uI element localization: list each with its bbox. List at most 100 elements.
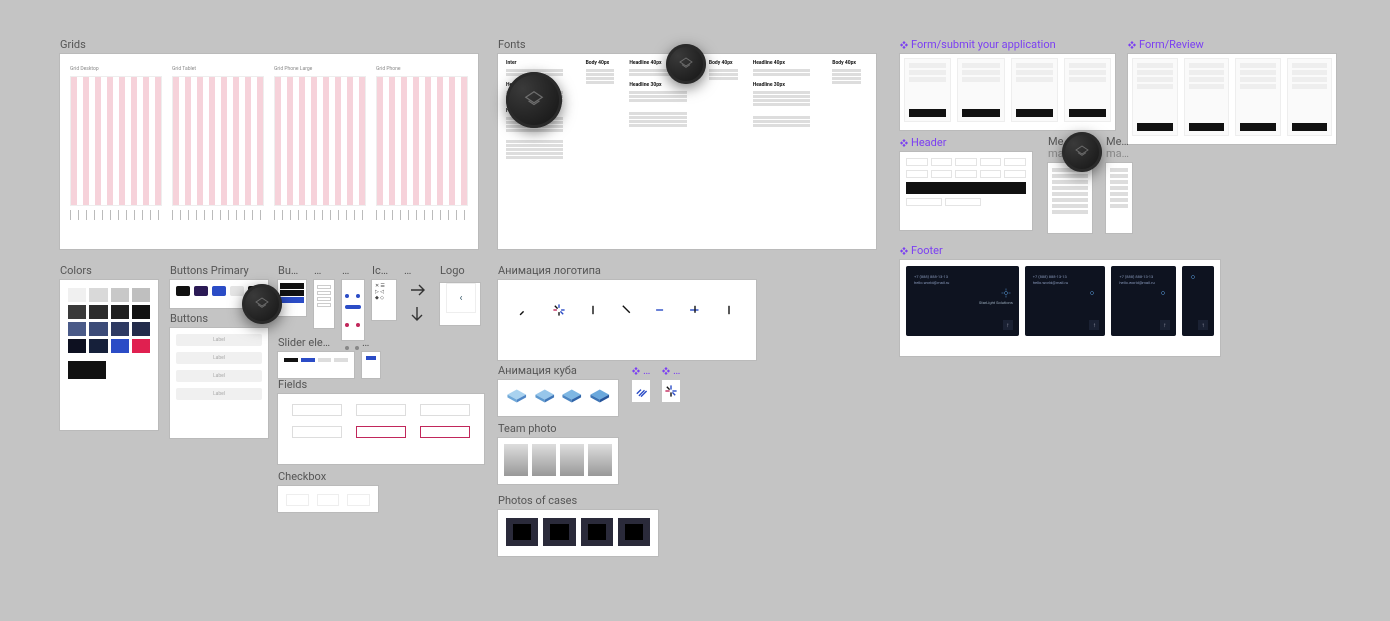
frame-checkbox[interactable] bbox=[278, 486, 378, 512]
frame-cases[interactable] bbox=[498, 510, 658, 556]
form-variant bbox=[904, 58, 951, 122]
team-photo bbox=[560, 444, 584, 476]
team-photo bbox=[504, 444, 528, 476]
frame-logo[interactable]: ‹ bbox=[440, 283, 480, 325]
frame-label-small[interactable]: … bbox=[342, 264, 364, 277]
frame-label-arrows[interactable]: … bbox=[404, 264, 430, 277]
frame-label-tiny1[interactable]: … bbox=[632, 364, 650, 377]
frame-slider[interactable] bbox=[278, 352, 354, 378]
frame-label-icons[interactable]: Ic… bbox=[372, 264, 396, 277]
button-sample: Label bbox=[176, 370, 262, 382]
logo-anim-frame-icon bbox=[654, 303, 668, 317]
frame-slider2[interactable] bbox=[362, 352, 380, 378]
frame-small-buttons[interactable] bbox=[342, 280, 364, 340]
component-icon bbox=[632, 367, 640, 375]
frame-label-footer[interactable]: Footer bbox=[900, 244, 1220, 257]
color-swatch bbox=[132, 288, 150, 302]
frame-footer[interactable]: +7 (888) 888-13-13hello.world@mail.ru St… bbox=[900, 260, 1220, 356]
frame-icons[interactable]: ✕ ☰▷ ◁◆ ◇ bbox=[372, 280, 396, 320]
font-spec: Body 40px bbox=[586, 60, 622, 67]
component-icon bbox=[662, 367, 670, 375]
form-variant bbox=[1011, 58, 1058, 122]
logo-anim-frame-icon bbox=[620, 303, 634, 317]
frame-buttons-secondary[interactable] bbox=[278, 280, 306, 316]
color-swatch bbox=[68, 288, 86, 302]
logo-preview: ‹ bbox=[446, 283, 476, 313]
font-family-name: Inter bbox=[506, 60, 578, 67]
form-variant bbox=[1235, 58, 1281, 136]
frame-header[interactable] bbox=[900, 152, 1032, 230]
frame-label-logo[interactable]: Logo bbox=[440, 264, 480, 277]
frame-label-checkbox[interactable]: Checkbox bbox=[278, 470, 378, 483]
star-icon bbox=[664, 384, 678, 398]
frame-menu2[interactable] bbox=[1106, 163, 1132, 233]
frame-label-buttons-primary[interactable]: Buttons Primary bbox=[170, 264, 268, 277]
color-swatch bbox=[132, 305, 150, 319]
color-swatch bbox=[68, 322, 86, 336]
grid-ticks bbox=[70, 210, 162, 220]
logo-anim-frame-icon bbox=[518, 303, 532, 317]
frame-label-slider[interactable]: Slider ele… bbox=[278, 336, 354, 349]
frame-form-review[interactable] bbox=[1128, 54, 1336, 144]
frame-label-form-submit[interactable]: Form/submit your application bbox=[900, 38, 1115, 51]
footer-variant: ↑ bbox=[1182, 266, 1214, 336]
frame-label-buttons-tertiary[interactable]: … bbox=[314, 264, 334, 277]
frame-logo-anim[interactable] bbox=[498, 280, 756, 360]
frame-label-colors[interactable]: Colors bbox=[60, 264, 158, 277]
frame-menu1[interactable] bbox=[1048, 163, 1092, 233]
frame-label-tiny2[interactable]: … bbox=[662, 364, 680, 377]
frame-label-header[interactable]: Header bbox=[900, 136, 1032, 149]
canvas[interactable]: Grids Grid Desktop Grid Tablet Grid Phon… bbox=[0, 46, 1390, 621]
button-sample: Label bbox=[176, 334, 262, 346]
button-sample bbox=[230, 286, 244, 296]
frame-label-menu2[interactable]: Me…ma… bbox=[1106, 136, 1132, 160]
user-presence-cursor[interactable] bbox=[506, 72, 562, 128]
cube-frame-icon bbox=[561, 388, 583, 404]
cube-frame-icon bbox=[589, 388, 611, 404]
user-logo-icon bbox=[254, 296, 270, 312]
arrow-down-icon bbox=[407, 304, 427, 324]
dot-icon bbox=[356, 323, 360, 327]
grid-preview bbox=[70, 76, 162, 206]
arrow-right-icon bbox=[407, 280, 427, 300]
frame-label-cube-anim[interactable]: Анимация куба bbox=[498, 364, 618, 377]
frame-label-cases[interactable]: Photos of cases bbox=[498, 494, 658, 507]
frame-form-submit[interactable] bbox=[900, 54, 1115, 130]
frame-grids[interactable]: Grid Desktop Grid Tablet Grid Phone Larg… bbox=[60, 54, 478, 249]
frame-label-form-review[interactable]: Form/Review bbox=[1128, 38, 1336, 51]
brand-logo-icon bbox=[1158, 288, 1168, 298]
frame-buttons-tertiary[interactable] bbox=[314, 280, 334, 328]
font-spec: Headline 40px bbox=[753, 60, 825, 67]
button-sample: Label bbox=[176, 388, 262, 400]
frame-label-grids[interactable]: Grids bbox=[60, 38, 478, 51]
user-presence-cursor[interactable] bbox=[242, 284, 282, 324]
frame-cube-anim[interactable] bbox=[498, 380, 618, 416]
case-photo bbox=[543, 518, 575, 546]
frame-buttons[interactable]: Label Label Label Label bbox=[170, 328, 268, 438]
user-presence-cursor[interactable] bbox=[666, 44, 706, 84]
color-swatch bbox=[111, 305, 129, 319]
color-swatch bbox=[111, 288, 129, 302]
font-spec: Body 40px bbox=[709, 60, 745, 67]
cube-frame-icon bbox=[506, 388, 528, 404]
input-sample bbox=[292, 426, 342, 438]
user-presence-cursor[interactable] bbox=[1062, 132, 1102, 172]
frame-label-team[interactable]: Team photo bbox=[498, 422, 618, 435]
frame-colors[interactable] bbox=[60, 280, 158, 430]
frame-label-buttons-secondary[interactable]: Bu… bbox=[278, 264, 306, 277]
frame-fields[interactable] bbox=[278, 394, 484, 464]
frame-tiny1[interactable] bbox=[632, 380, 650, 402]
color-swatch bbox=[89, 322, 107, 336]
frame-team[interactable] bbox=[498, 438, 618, 484]
component-icon bbox=[1128, 41, 1136, 49]
button-sample bbox=[212, 286, 226, 296]
frame-label-slider2[interactable]: … bbox=[362, 336, 380, 349]
color-swatch bbox=[111, 339, 129, 353]
case-photo bbox=[618, 518, 650, 546]
frame-label-logo-anim[interactable]: Анимация логотипа bbox=[498, 264, 756, 277]
frame-tiny2[interactable] bbox=[662, 380, 680, 402]
frame-arrows[interactable] bbox=[404, 280, 430, 324]
grid-ticks bbox=[172, 210, 264, 220]
brand-logo-icon bbox=[1087, 288, 1097, 298]
frame-label-fields[interactable]: Fields bbox=[278, 378, 484, 391]
